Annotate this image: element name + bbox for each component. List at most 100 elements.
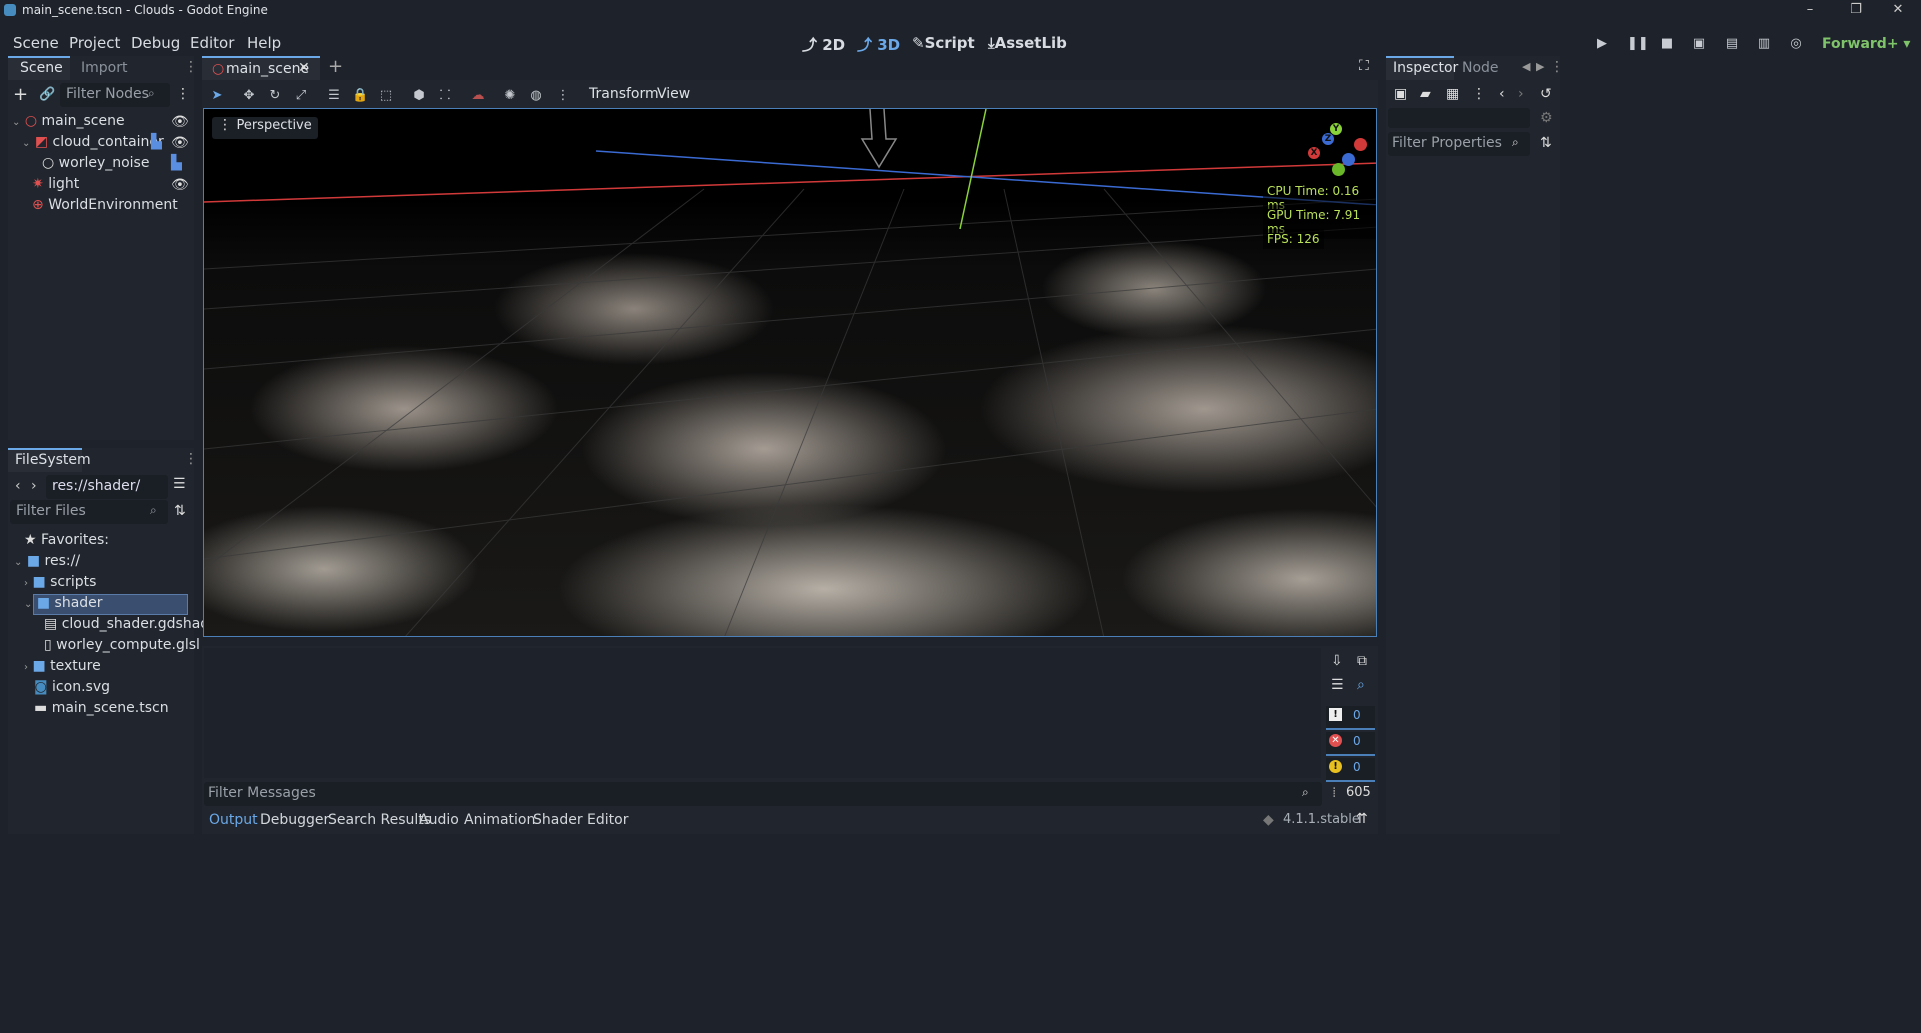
fs-item-favorites[interactable]: ★ Favorites: <box>24 532 109 553</box>
group-icon[interactable]: ⬚ <box>378 88 394 104</box>
message-count-toggle[interactable]: ! 0 <box>1326 706 1375 730</box>
dock-right-icon[interactable]: ▶ <box>1536 60 1544 73</box>
move-tool-icon[interactable]: ✥ <box>241 88 257 104</box>
play-icon[interactable]: ▶ <box>1594 36 1610 52</box>
local-space-icon[interactable]: ⬢ <box>411 88 427 104</box>
list-view-icon[interactable]: ☰ <box>173 476 186 492</box>
object-params-icon[interactable]: ⚙ <box>1540 110 1553 126</box>
menu-editor[interactable]: Editor <box>190 34 234 52</box>
tree-node-worley-noise[interactable]: ○ worley_noise <box>42 155 149 176</box>
dock-menu-icon[interactable]: ⋮ <box>1550 59 1564 75</box>
error-count-toggle[interactable]: ✕ 0 <box>1326 732 1375 756</box>
orientation-gizmo[interactable]: Y Z X <box>1304 121 1374 181</box>
menu-help[interactable]: Help <box>247 34 281 52</box>
workspace-script-button[interactable]: ✎Script <box>912 34 975 52</box>
minimize-button[interactable]: – <box>1790 0 1830 22</box>
history-back-icon[interactable]: ‹ <box>1499 86 1505 102</box>
fs-item-texture[interactable]: › ■ texture <box>24 658 101 679</box>
sort-icon[interactable]: ⇅ <box>174 503 186 519</box>
close-tab-icon[interactable]: ✕ <box>298 60 310 76</box>
fs-item-cloud-shader[interactable]: ▤ cloud_shader.gdshader <box>44 616 224 637</box>
script-icon[interactable]: ▙ <box>171 155 182 171</box>
fs-item-scripts[interactable]: › ■ scripts <box>24 574 96 595</box>
visibility-eye-icon[interactable]: 👁 <box>171 135 189 151</box>
pause-icon[interactable]: ❚❚ <box>1627 36 1649 52</box>
tab-node[interactable]: Node <box>1462 60 1499 76</box>
save-icon[interactable]: ▦ <box>1446 86 1459 102</box>
workspace-2d-button[interactable]: ⤴ 2D <box>802 34 845 55</box>
expand-arrow-icon[interactable]: › <box>24 662 28 673</box>
scene-tab-main-scene[interactable]: ○ main_scene ✕ <box>202 56 320 80</box>
fs-item-main-scene[interactable]: ▬ main_scene.tscn <box>34 700 169 721</box>
select-tool-icon[interactable]: ➤ <box>209 88 225 104</box>
bottom-tab-animation[interactable]: Animation <box>464 812 535 828</box>
scene-options-icon[interactable]: ⋮ <box>176 86 190 102</box>
property-options-icon[interactable]: ⇅ <box>1540 135 1552 151</box>
menu-scene[interactable]: Scene <box>13 34 59 52</box>
visibility-eye-icon[interactable]: 👁 <box>171 114 189 130</box>
bottom-tab-output[interactable]: Output <box>209 812 258 828</box>
remote-debug-icon[interactable]: ▣ <box>1691 36 1707 52</box>
dock-left-icon[interactable]: ◀ <box>1522 60 1530 73</box>
filter-files-input[interactable]: Filter Files ⌕ <box>10 500 168 524</box>
tree-node-cloud-container[interactable]: ⌄ ◩ cloud_container <box>22 134 164 155</box>
fs-item-icon-svg[interactable]: ◙ icon.svg <box>34 679 110 700</box>
x-axis-handle[interactable]: X <box>1308 147 1320 159</box>
preview-sun-icon[interactable]: ☁ <box>470 88 486 104</box>
bottom-tab-debugger[interactable]: Debugger <box>260 812 329 828</box>
history-forward-icon[interactable]: › <box>1518 86 1524 102</box>
view-menu[interactable]: View <box>657 86 690 102</box>
new-scene-tab-icon[interactable]: + <box>328 56 343 77</box>
workspace-3d-button[interactable]: ⤴ 3D <box>857 34 900 55</box>
neg-z-axis-handle[interactable] <box>1342 153 1355 166</box>
lock-icon[interactable]: 🔒 <box>352 88 368 104</box>
play-scene-icon[interactable]: ▤ <box>1724 36 1740 52</box>
bottom-tab-audio[interactable]: Audio <box>419 812 459 828</box>
fs-item-worley-compute[interactable]: ▯ worley_compute.glsl <box>44 637 200 658</box>
back-arrow-icon[interactable]: ‹ <box>15 478 21 494</box>
perspective-button[interactable]: ⋮ Perspective <box>212 117 318 139</box>
3d-viewport[interactable]: ⋮ Perspective Y Z X CPU Time: 0.16 ms GP… <box>203 108 1377 637</box>
y-axis-handle[interactable]: Y <box>1330 123 1342 135</box>
fs-item-res[interactable]: ⌄ ■ res:// <box>14 553 80 574</box>
menu-debug[interactable]: Debug <box>131 34 180 52</box>
z-axis-handle[interactable]: Z <box>1322 133 1334 145</box>
forward-arrow-icon[interactable]: › <box>31 478 37 494</box>
stop-icon[interactable]: ■ <box>1659 36 1675 52</box>
rotate-tool-icon[interactable]: ↻ <box>267 88 283 104</box>
neg-y-axis-handle[interactable] <box>1332 163 1345 176</box>
menu-project[interactable]: Project <box>69 34 120 52</box>
maximize-button[interactable]: ❐ <box>1836 0 1876 22</box>
close-window-button[interactable]: ✕ <box>1878 0 1918 22</box>
list-select-icon[interactable]: ☰ <box>326 88 342 104</box>
dock-menu-icon[interactable]: ⋮ <box>184 451 198 467</box>
warning-count-toggle[interactable]: ! 0 <box>1326 758 1375 782</box>
collapse-arrow-icon[interactable]: ⌄ <box>24 599 32 610</box>
new-resource-icon[interactable]: ▣ <box>1394 86 1407 102</box>
movie-maker-icon[interactable]: ◎ <box>1788 36 1804 52</box>
add-node-icon[interactable]: + <box>13 84 28 105</box>
search-icon[interactable]: ⌕ <box>1357 677 1365 693</box>
neg-x-axis-handle[interactable] <box>1354 138 1367 151</box>
filter-nodes-input[interactable]: Filter Nodes ⌕ <box>60 83 170 107</box>
play-custom-scene-icon[interactable]: ▥ <box>1756 36 1772 52</box>
distraction-free-icon[interactable]: ⛶ <box>1359 58 1369 74</box>
visibility-eye-icon[interactable]: 👁 <box>171 177 189 193</box>
more-options-icon[interactable]: ⋮ <box>555 88 571 104</box>
expand-arrow-icon[interactable]: › <box>24 578 28 589</box>
filter-properties-input[interactable]: Filter Properties ⌕ <box>1388 132 1530 156</box>
history-icon[interactable]: ↺ <box>1540 86 1552 102</box>
bottom-tab-search-results[interactable]: Search Results <box>328 812 431 828</box>
scroll-lock-icon[interactable]: ⇩ <box>1331 653 1343 669</box>
bottom-tab-shader-editor[interactable]: Shader Editor <box>533 812 628 828</box>
collapse-arrow-icon[interactable]: ⌄ <box>14 557 22 568</box>
renderer-selector[interactable]: Forward+ ▾ <box>1822 36 1910 52</box>
scale-tool-icon[interactable]: ⤢ <box>293 88 309 104</box>
fs-item-shader[interactable]: ⌄ ■ shader <box>24 595 103 616</box>
environment-icon[interactable]: ◍ <box>528 88 544 104</box>
output-log[interactable] <box>204 648 1321 778</box>
collapse-arrow-icon[interactable]: ⌄ <box>22 138 30 149</box>
tree-node-main-scene[interactable]: ⌄ ○ main_scene <box>12 113 125 134</box>
path-field[interactable]: res://shader/ <box>46 475 168 499</box>
snap-icon[interactable]: ⸬ <box>437 88 453 104</box>
